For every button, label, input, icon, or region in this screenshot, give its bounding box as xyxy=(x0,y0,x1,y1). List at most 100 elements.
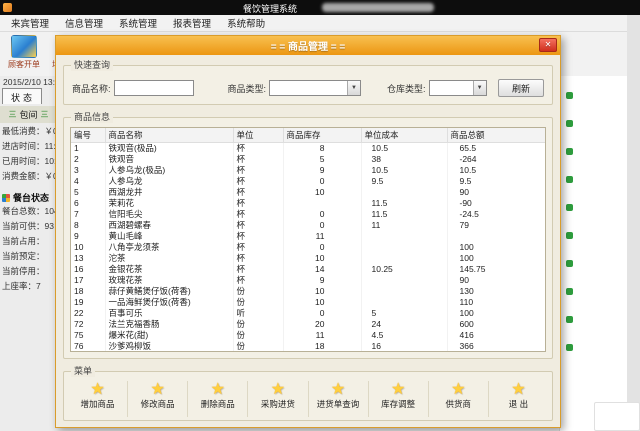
table-row[interactable]: 72法兰克福香肠份2024600 xyxy=(71,319,545,330)
table-cell: 0 xyxy=(283,209,361,220)
purchase-stock-button[interactable]: ★采购进货 xyxy=(248,381,308,417)
table-cell: 24 xyxy=(361,319,447,330)
supplier-button[interactable]: ★供货商 xyxy=(429,381,489,417)
menu-item-report-mgmt[interactable]: 报表管理 xyxy=(165,15,219,31)
table-row[interactable]: 6茉莉花杯11.5-90 xyxy=(71,198,545,209)
table-cell: 7 xyxy=(71,209,105,220)
table-row[interactable]: 76沙爹鸡柳饭份1816366 xyxy=(71,341,545,352)
close-button[interactable]: ✕ xyxy=(539,38,557,52)
menu-button-label: 供货商 xyxy=(446,398,472,410)
table-row[interactable]: 8西湖碧螺春杯01179 xyxy=(71,220,545,231)
table-cell: 9 xyxy=(71,231,105,242)
table-cell: 份 xyxy=(233,330,283,341)
edit-product-button[interactable]: ★修改商品 xyxy=(128,381,188,417)
stat-row: 消费金额：￥0. xyxy=(0,169,57,184)
chevron-down-icon[interactable]: ▼ xyxy=(473,81,486,95)
list-bullet-icon xyxy=(566,232,573,239)
window-title: 餐饮管理系统 xyxy=(243,2,297,15)
dialog-titlebar[interactable]: = = 商品管理 = = ✕ xyxy=(56,36,560,55)
column-header[interactable]: 商品库存 xyxy=(283,128,361,143)
table-cell: 18 xyxy=(71,286,105,297)
table-row[interactable]: 1铁观音(极品)杯810.565.5 xyxy=(71,143,545,155)
purchase-order-query-button[interactable]: ★进货单查询 xyxy=(309,381,369,417)
table-row[interactable]: 17玫瑰花茶杯990 xyxy=(71,275,545,286)
table-row[interactable]: 22百事可乐听05100 xyxy=(71,308,545,319)
exit-button[interactable]: ★退 出 xyxy=(489,381,548,417)
customer-billing-button[interactable]: 顾客开单 xyxy=(2,35,46,70)
table-cell: 10 xyxy=(283,297,361,308)
room-header: 三 包间 三 xyxy=(0,106,57,123)
table-cell: 4 xyxy=(71,176,105,187)
column-header[interactable]: 编号 xyxy=(71,128,105,143)
quick-query-title: 快速查询 xyxy=(71,59,113,71)
table-row[interactable]: 10八角亭龙须茶杯0100 xyxy=(71,242,545,253)
column-header[interactable]: 商品总额 xyxy=(447,128,545,143)
stat-label: 消费金额： xyxy=(2,169,45,184)
warehouse-type-select[interactable]: ▼ xyxy=(429,80,487,96)
stock-adjust-button[interactable]: ★库存调整 xyxy=(369,381,429,417)
menu-button-label: 库存调整 xyxy=(381,398,415,410)
table-cell: -264 xyxy=(447,154,545,165)
table-cell: 19 xyxy=(71,297,105,308)
product-name-input[interactable] xyxy=(114,80,194,96)
application-window: 餐饮管理系统 来宾管理信息管理系统管理报表管理系统帮助 顾客开单 增加消费 20… xyxy=(0,0,640,431)
table-cell: 西湖龙井 xyxy=(105,187,233,198)
table-cell xyxy=(361,297,447,308)
table-row[interactable]: 18蒜仔黄鳝煲仔饭(荷香)份10130 xyxy=(71,286,545,297)
table-cell: 14 xyxy=(283,264,361,275)
menu-item-system-help[interactable]: 系统帮助 xyxy=(219,15,273,31)
table-cell: 10.25 xyxy=(361,264,447,275)
dialog-body: 快速查询 商品名称: 商品类型: ▼ 仓库类型: ▼ 刷新 xyxy=(56,55,560,427)
star-icon: ★ xyxy=(211,381,225,398)
chevron-down-icon[interactable]: ▼ xyxy=(347,81,360,95)
product-info-title: 商品信息 xyxy=(71,111,113,123)
stat-row: 当前预定： xyxy=(0,249,57,264)
table-row[interactable]: 19一品海鲜煲仔饭(荷香)份10110 xyxy=(71,297,545,308)
menu-item-system-mgmt[interactable]: 系统管理 xyxy=(111,15,165,31)
table-row[interactable]: 7信阳毛尖杯011.5-24.5 xyxy=(71,209,545,220)
table-row[interactable]: 4人参乌龙杯09.59.5 xyxy=(71,176,545,187)
list-bullet-icon xyxy=(566,344,573,351)
product-table[interactable]: 编号商品名称单位商品库存单位成本商品总额 1铁观音(极品)杯810.565.52… xyxy=(70,127,546,352)
menu-button-label: 删除商品 xyxy=(201,398,235,410)
table-row[interactable]: 16金银花茶杯1410.25145.75 xyxy=(71,264,545,275)
redacted-text xyxy=(322,3,434,12)
dialog-title: = = 商品管理 = = xyxy=(271,38,345,53)
table-row[interactable]: 9黄山毛峰杯11 xyxy=(71,231,545,242)
star-icon: ★ xyxy=(391,381,405,398)
list-bullet-icon xyxy=(566,260,573,267)
billing-icon xyxy=(11,35,37,58)
window-right-margin xyxy=(627,15,640,431)
table-header-row: 编号商品名称单位商品库存单位成本商品总额 xyxy=(71,128,545,143)
refresh-button[interactable]: 刷新 xyxy=(498,79,544,97)
table-cell: 366 xyxy=(447,341,545,352)
delete-product-button[interactable]: ★删除商品 xyxy=(188,381,248,417)
table-row[interactable]: 5西湖龙井杯1090 xyxy=(71,187,545,198)
column-header[interactable]: 单位 xyxy=(233,128,283,143)
table-cell: 130 xyxy=(447,286,545,297)
table-cell: 4.5 xyxy=(361,330,447,341)
table-cell: 1 xyxy=(71,143,105,155)
table-cell: 100 xyxy=(447,253,545,264)
table-cell: 5 xyxy=(71,187,105,198)
table-cell: 65.5 xyxy=(447,143,545,155)
table-cell: 100 xyxy=(447,308,545,319)
menu-button-label: 采购进货 xyxy=(261,398,295,410)
product-type-select[interactable]: ▼ xyxy=(269,80,361,96)
table-row[interactable]: 13沱茶杯10100 xyxy=(71,253,545,264)
table-cell: 2 xyxy=(71,154,105,165)
menu-item-guest-mgmt[interactable]: 来宾管理 xyxy=(3,15,57,31)
menu-item-info-mgmt[interactable]: 信息管理 xyxy=(57,15,111,31)
table-cell: 9.5 xyxy=(447,176,545,187)
table-status-header: 餐台状态 xyxy=(0,191,57,204)
table-row[interactable]: 2铁观音杯538-264 xyxy=(71,154,545,165)
column-header[interactable]: 商品名称 xyxy=(105,128,233,143)
add-product-button[interactable]: ★增加商品 xyxy=(68,381,128,417)
table-row[interactable]: 75爆米花(甜)份114.5416 xyxy=(71,330,545,341)
table-row[interactable]: 3人参乌龙(极品)杯910.510.5 xyxy=(71,165,545,176)
column-header[interactable]: 单位成本 xyxy=(361,128,447,143)
table-cell: 20 xyxy=(283,319,361,330)
list-bullet-icon xyxy=(566,288,573,295)
table-cell: 0 xyxy=(283,176,361,187)
table-cell: 79 xyxy=(447,220,545,231)
